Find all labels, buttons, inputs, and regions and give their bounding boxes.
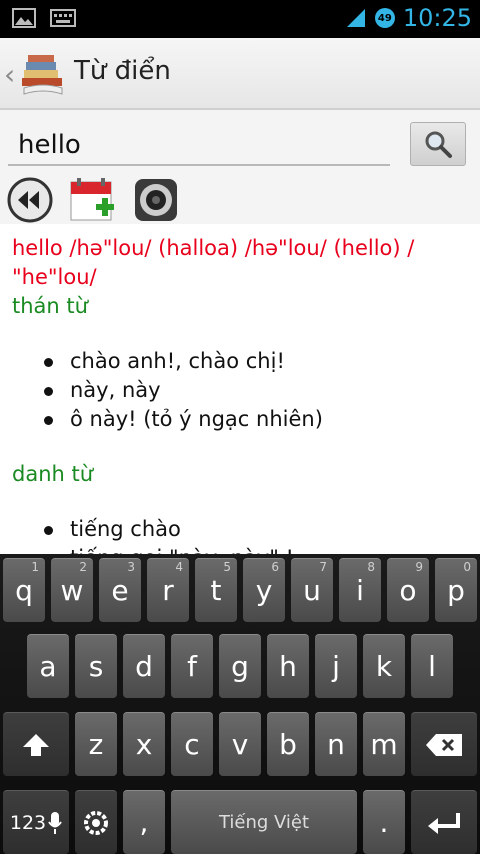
app-title: Từ điển — [74, 56, 171, 86]
rewind-icon[interactable] — [6, 176, 54, 224]
key-y[interactable]: y6 — [243, 558, 285, 622]
action-bar: ‹ Từ điển — [0, 38, 480, 110]
signal-icon — [346, 9, 365, 27]
list-item: ô này! (tỏ ý ngạc nhiên) — [44, 405, 468, 434]
key-p[interactable]: p0 — [435, 558, 477, 622]
sense-list: tiếng chào tiếng gọi "này, này" ! — [44, 515, 468, 554]
key-j[interactable]: j — [315, 634, 357, 698]
key-s[interactable]: s — [75, 634, 117, 698]
search-input[interactable] — [8, 126, 390, 166]
period-key[interactable]: . — [363, 790, 405, 854]
soft-keyboard: q1 w2 e3 r4 t5 y6 u7 i8 o9 p0 a s d f g … — [0, 554, 480, 854]
list-item: tiếng chào — [44, 515, 468, 544]
space-key-label: Tiếng Việt — [218, 812, 310, 833]
list-item: này, này — [44, 376, 468, 405]
key-c[interactable]: c — [171, 712, 213, 776]
key-t[interactable]: t5 — [195, 558, 237, 622]
battery-icon: 49 — [374, 8, 395, 28]
key-k[interactable]: k — [363, 634, 405, 698]
definition-content: hello /hə"lou/ (halloa) /hə"lou/ (hello)… — [0, 224, 480, 554]
status-bar: 49 10:25 — [0, 0, 480, 38]
search-button[interactable] — [410, 122, 466, 166]
enter-icon — [428, 812, 460, 834]
list-item: tiếng gọi "này, này" ! — [44, 544, 468, 554]
part-of-speech: thán từ — [12, 294, 88, 318]
microphone-icon — [48, 811, 62, 834]
backspace-key[interactable] — [411, 712, 477, 776]
enter-key[interactable] — [411, 790, 477, 854]
shift-icon — [23, 733, 49, 756]
key-m[interactable]: m — [363, 712, 405, 776]
search-icon — [425, 131, 452, 158]
back-chevron-icon[interactable]: ‹ — [4, 58, 15, 91]
clock: 10:25 — [402, 4, 472, 32]
key-v[interactable]: v — [219, 712, 261, 776]
shift-key[interactable] — [3, 712, 69, 776]
speaker-icon[interactable] — [132, 176, 180, 224]
comma-key[interactable]: , — [123, 790, 165, 854]
list-item: chào anh!, chào chị! — [44, 347, 468, 376]
key-x[interactable]: x — [123, 712, 165, 776]
settings-key[interactable] — [75, 790, 117, 854]
keyboard-icon — [50, 9, 76, 27]
key-h[interactable]: h — [267, 634, 309, 698]
key-l[interactable]: l — [411, 634, 453, 698]
key-u[interactable]: u7 — [291, 558, 333, 622]
backspace-icon — [426, 733, 462, 756]
sense-list: chào anh!, chào chị! này, này ô này! (tỏ… — [44, 347, 468, 434]
calendar-add-icon[interactable] — [68, 176, 116, 224]
gear-icon — [84, 810, 108, 835]
numbers-key[interactable]: 123 — [3, 790, 69, 854]
search-row — [0, 110, 480, 172]
key-n[interactable]: n — [315, 712, 357, 776]
image-icon — [12, 8, 36, 28]
key-f[interactable]: f — [171, 634, 213, 698]
key-o[interactable]: o9 — [387, 558, 429, 622]
key-q[interactable]: q1 — [3, 558, 45, 622]
key-d[interactable]: d — [123, 634, 165, 698]
key-b[interactable]: b — [267, 712, 309, 776]
key-g[interactable]: g — [219, 634, 261, 698]
headword: hello /hə"lou/ (halloa) /hə"lou/ (hello)… — [12, 236, 415, 289]
key-e[interactable]: e3 — [99, 558, 141, 622]
key-w[interactable]: w2 — [51, 558, 93, 622]
key-i[interactable]: i8 — [339, 558, 381, 622]
tool-row — [0, 172, 480, 224]
key-a[interactable]: a — [27, 634, 69, 698]
key-r[interactable]: r4 — [147, 558, 189, 622]
space-key[interactable]: Tiếng Việt — [171, 790, 357, 854]
key-z[interactable]: z — [75, 712, 117, 776]
part-of-speech: danh từ — [12, 462, 94, 486]
books-logo-icon[interactable] — [18, 48, 68, 98]
